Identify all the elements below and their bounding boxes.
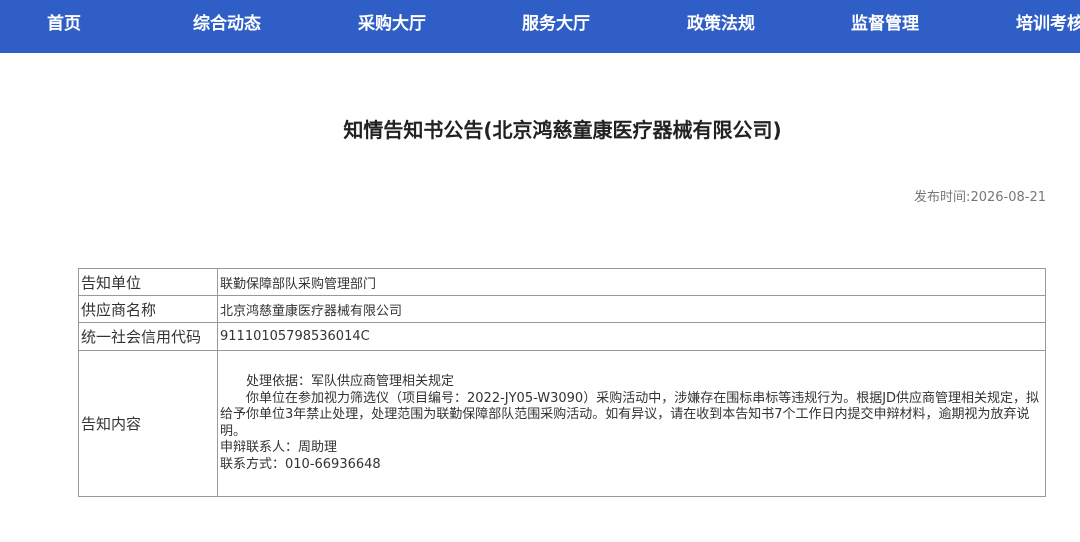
contact-phone: 联系方式：010-66936648: [220, 456, 381, 472]
nav-item-policies[interactable]: 政策法规: [687, 0, 755, 49]
table-row: 统一社会信用代码 91110105798536014C: [78, 322, 1046, 351]
credit-code-value: 91110105798536014C: [217, 322, 1046, 351]
nav-item-supervision[interactable]: 监督管理: [851, 0, 919, 49]
top-nav-bar: 首页 综合动态 采购大厅 服务大厅 政策法规 监督管理 培训考核: [0, 0, 1080, 53]
table-row: 供应商名称 北京鸿慈童康医疗器械有限公司: [78, 295, 1046, 323]
table-row: 告知单位 联勤保障部队采购管理部门: [78, 268, 1046, 296]
notifying-unit-label: 告知单位: [78, 268, 218, 296]
notifying-unit-value: 联勤保障部队采购管理部门: [217, 268, 1046, 296]
notice-body: 你单位在参加视力筛选仪（项目编号：2022-JY05-W3090）采购活动中，涉…: [220, 390, 1040, 439]
table-row: 告知内容 处理依据：军队供应商管理相关规定 你单位在参加视力筛选仪（项目编号：2…: [78, 350, 1046, 497]
credit-code-label: 统一社会信用代码: [78, 322, 218, 351]
notice-content-label: 告知内容: [78, 350, 218, 497]
publish-time-date: 2026-08-21: [970, 190, 1046, 205]
nav-item-news[interactable]: 综合动态: [193, 0, 261, 49]
nav-item-training[interactable]: 培训考核: [1016, 0, 1080, 49]
supplier-name-value: 北京鸿慈童康医疗器械有限公司: [217, 295, 1046, 323]
publish-time: 发布时间:2026-08-21: [914, 186, 1046, 205]
supplier-name-label: 供应商名称: [78, 295, 218, 323]
notice-basis: 处理依据：军队供应商管理相关规定: [246, 374, 455, 389]
nav-item-service-hall[interactable]: 服务大厅: [522, 0, 590, 49]
notice-table: 告知单位 联勤保障部队采购管理部门 供应商名称 北京鸿慈童康医疗器械有限公司 统…: [78, 268, 1046, 497]
notice-content-value: 处理依据：军队供应商管理相关规定 你单位在参加视力筛选仪（项目编号：2022-J…: [217, 350, 1046, 497]
page-title: 知情告知书公告(北京鸿慈童康医疗器械有限公司): [343, 118, 782, 142]
nav-item-procurement-hall[interactable]: 采购大厅: [358, 0, 426, 49]
nav-item-home[interactable]: 首页: [47, 0, 81, 49]
publish-time-label: 发布时间:: [914, 190, 971, 205]
contact-person: 申辩联系人：周助理: [220, 440, 338, 455]
